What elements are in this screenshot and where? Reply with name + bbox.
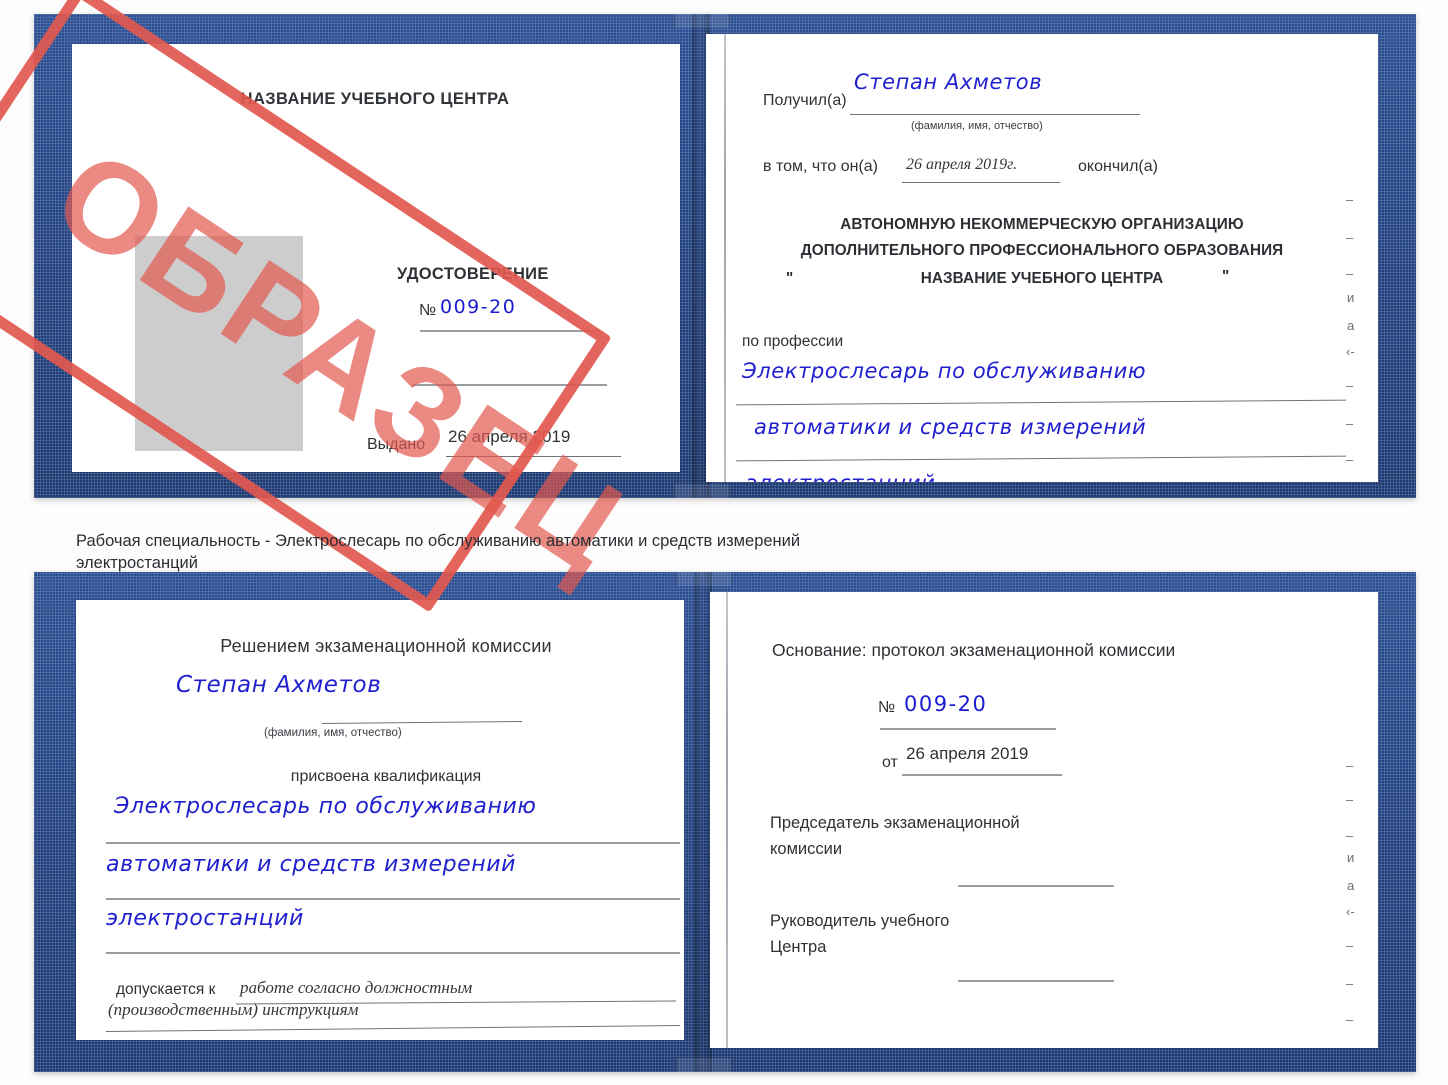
admitted-value-line-1: работе согласно должностным [240, 978, 473, 997]
b-margin-mark-4: и [1347, 850, 1355, 865]
protocol-date: 26 апреля 2019 [906, 744, 1029, 763]
bottom-right-page: Основание: протокол экзаменационной коми… [710, 592, 1378, 1048]
qualification-line-1: Электрослесарь по обслуживанию [114, 794, 537, 819]
spine-notch-top [674, 14, 730, 28]
blank-rule-1 [412, 384, 607, 386]
decision-name-rule [321, 720, 523, 725]
finished-label: окончил(а) [1078, 158, 1158, 175]
document-label: УДОСТОВЕРЕНИЕ [397, 265, 549, 283]
margin-mark-8: – [1346, 416, 1354, 431]
top-left-page: НАЗВАНИЕ УЧЕБНОГО ЦЕНТРА УДОСТОВЕРЕНИЕ №… [72, 44, 680, 472]
decision-title: Решением экзаменационной комиссии [220, 636, 552, 656]
fio-hint-2: (фамилия, имя, отчество) [264, 727, 402, 739]
chairman-signature-rule [958, 885, 1114, 887]
margin-mark-4: и [1347, 290, 1355, 305]
chairman-line-1: Председатель экзаменационной [770, 814, 1020, 832]
admitted-label: допускается к [116, 981, 216, 998]
number-rule [420, 330, 600, 332]
decision-name: Степан Ахметов [176, 672, 382, 698]
b-margin-mark-2: – [1346, 792, 1354, 807]
qualification-rule-2 [106, 898, 680, 900]
fio-hint: (фамилия, имя, отчество) [911, 120, 1043, 132]
caption-line-2: электростанций [76, 553, 198, 572]
certificate-book-top: НАЗВАНИЕ УЧЕБНОГО ЦЕНТРА УДОСТОВЕРЕНИЕ №… [34, 14, 1416, 498]
b-margin-mark-9: – [1346, 1012, 1354, 1027]
b-margin-mark-3: – [1346, 828, 1354, 843]
profession-line-2: автоматики и средств измерений [754, 415, 1147, 439]
completion-rule [902, 182, 1060, 184]
admitted-rule-2 [106, 1024, 680, 1033]
admitted-value-line-2: (производственным) инструкциям [108, 1000, 359, 1019]
completion-date: 26 апреля 2019г. [906, 156, 1018, 173]
org-line-1: АВТОНОМНУЮ НЕКОММЕРЧЕСКУЮ ОРГАНИЗАЦИЮ [840, 216, 1244, 233]
center-title: НАЗВАНИЕ УЧЕБНОГО ЦЕНТРА [240, 90, 510, 108]
profession-line-3: электростанций [746, 471, 935, 482]
head-signature-rule [958, 980, 1114, 982]
spine-notch-bottom-2 [676, 1058, 732, 1072]
photo-placeholder [135, 236, 303, 451]
org-quote-close: " [1222, 268, 1230, 285]
that-he-label: в том, что он(а) [763, 158, 878, 175]
chairman-line-2: комиссии [770, 840, 843, 858]
basis-label: Основание: протокол экзаменационной коми… [772, 640, 1176, 660]
bottom-left-page: Решением экзаменационной комиссии Степан… [76, 600, 684, 1040]
qualification-rule-3 [106, 952, 680, 954]
issued-rule [446, 456, 621, 458]
from-label: от [882, 754, 898, 771]
protocol-number-rule [880, 728, 1056, 730]
margin-mark-7: – [1346, 378, 1354, 393]
margin-mark-5: а [1347, 318, 1355, 333]
qualification-label: присвоена квалификация [290, 768, 482, 785]
recipient-rule [850, 114, 1140, 116]
b-margin-mark-6: ‹- [1346, 904, 1355, 919]
caption-line-1: Рабочая специальность - Электрослесарь п… [76, 532, 801, 550]
margin-mark-1: – [1346, 192, 1354, 207]
page-fold-line-2 [726, 592, 728, 1048]
page-fold-line [724, 34, 726, 482]
profession-line-1: Электрослесарь по обслуживанию [742, 359, 1147, 383]
head-line-2: Центра [770, 938, 827, 956]
protocol-date-rule [902, 774, 1062, 776]
margin-mark-3: – [1346, 266, 1354, 281]
recipient-name: Степан Ахметов [854, 70, 1043, 94]
org-line-2: ДОПОЛНИТЕЛЬНОГО ПРОФЕССИОНАЛЬНОГО ОБРАЗО… [800, 242, 1284, 259]
b-margin-mark-5: а [1347, 878, 1355, 893]
profession-rule-2 [736, 455, 1346, 462]
qualification-rule-1 [106, 842, 680, 844]
certificate-number: 009-20 [440, 296, 517, 318]
org-line-3: НАЗВАНИЕ УЧЕБНОГО ЦЕНТРА [920, 270, 1164, 287]
margin-mark-6: ‹- [1346, 344, 1355, 359]
profession-rule-1 [736, 399, 1346, 406]
received-label: Получил(а) [763, 92, 847, 109]
margin-mark-9: – [1346, 452, 1354, 467]
protocol-number-symbol: № [878, 699, 896, 716]
b-margin-mark-7: – [1346, 938, 1354, 953]
certificate-book-bottom: Решением экзаменационной комиссии Степан… [34, 572, 1416, 1072]
head-line-1: Руководитель учебного [770, 912, 950, 930]
issued-label: Выдано [367, 436, 426, 453]
caption: Рабочая специальность - Электрослесарь п… [76, 531, 1136, 575]
issued-date: 26 апреля 2019 [448, 427, 571, 446]
margin-mark-2: – [1346, 230, 1354, 245]
qualification-line-2: автоматики и средств измерений [106, 852, 517, 877]
number-symbol: № [419, 302, 437, 319]
profession-label: по профессии [742, 333, 844, 350]
qualification-line-3: электростанций [106, 906, 304, 931]
top-right-page: Получил(а) Степан Ахметов (фамилия, имя,… [706, 34, 1378, 482]
b-margin-mark-1: – [1346, 758, 1354, 773]
protocol-number: 009-20 [904, 692, 988, 716]
b-margin-mark-8: – [1346, 976, 1354, 991]
spine-notch-bottom [674, 484, 730, 498]
